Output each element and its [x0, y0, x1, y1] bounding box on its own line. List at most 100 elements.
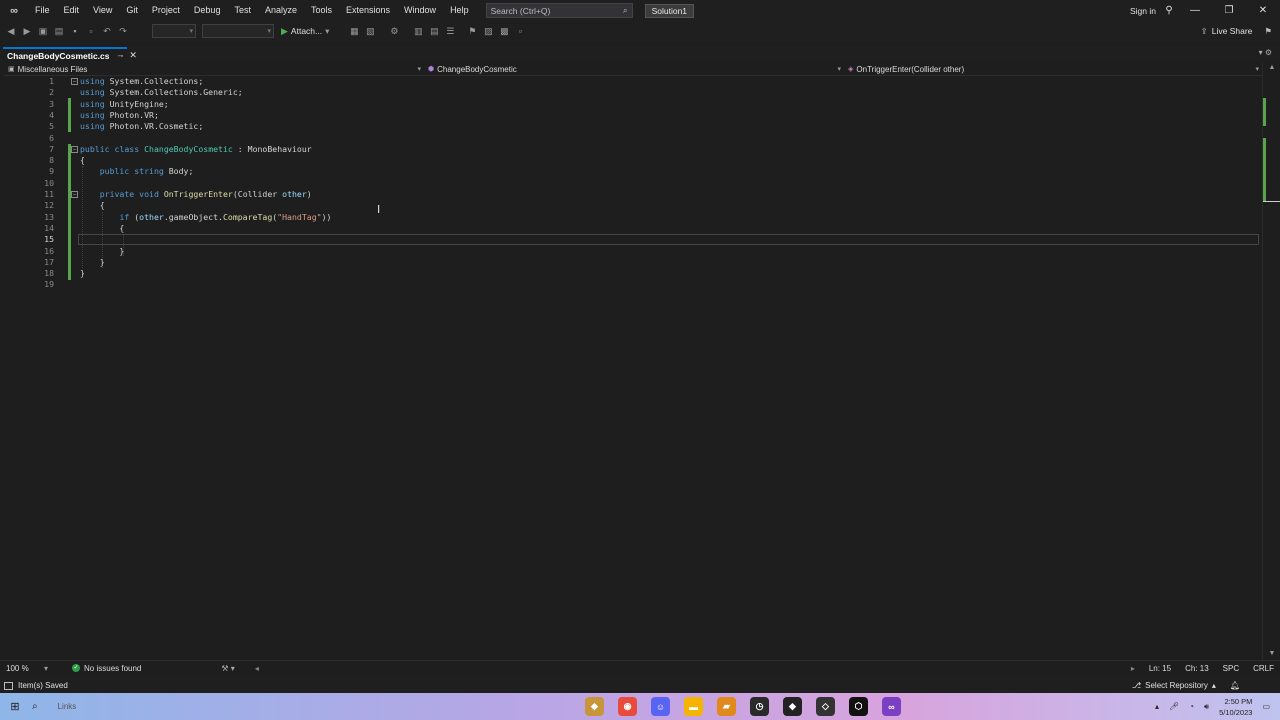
chrome-icon[interactable]: ◉ [618, 697, 637, 716]
code-line[interactable]: 6 [0, 133, 1262, 144]
open-icon[interactable]: ▤ [52, 24, 66, 38]
debug-target-icon[interactable]: ▧ [363, 24, 377, 38]
play-icon: ▶ [281, 25, 288, 36]
vertical-scrollbar[interactable]: ▲ ▼ [1262, 62, 1280, 660]
scroll-left-icon[interactable]: ◂ [255, 664, 259, 673]
minimize-button[interactable]: — [1178, 0, 1212, 21]
taskbar-clock[interactable]: 2:50 PM 5/10/2023 [1219, 696, 1252, 718]
menu-tools[interactable]: Tools [304, 0, 339, 21]
notification-icon[interactable]: 🔔︎ [1230, 681, 1240, 690]
notification-center-icon[interactable]: ▭ [1262, 702, 1270, 711]
bookmark-clear-icon[interactable]: ▫ [513, 24, 527, 38]
zoom-dropdown-icon[interactable]: ▾ [44, 664, 48, 673]
restore-button[interactable]: ❐ [1212, 0, 1246, 21]
code-line[interactable]: 16 } [0, 246, 1262, 257]
scroll-up-icon[interactable]: ▲ [1263, 64, 1280, 71]
menu-analyze[interactable]: Analyze [258, 0, 304, 21]
comment-icon[interactable]: ▥ [411, 24, 425, 38]
menu-edit[interactable]: Edit [57, 0, 87, 21]
code-line[interactable]: 13 if (other.gameObject.CompareTag("Hand… [0, 212, 1262, 223]
code-line[interactable]: 18} [0, 268, 1262, 279]
undo-icon[interactable]: ↶ [100, 24, 114, 38]
redo-icon[interactable]: ↷ [116, 24, 130, 38]
app-icon[interactable]: ◆ [585, 697, 604, 716]
bookmark-next-icon[interactable]: ▩ [497, 24, 511, 38]
code-line[interactable]: 14 { [0, 223, 1262, 234]
code-line[interactable]: 4 using Photon.VR; [0, 110, 1262, 121]
indent-icon[interactable]: ☰ [443, 24, 457, 38]
account-icon[interactable]: ⚲ [1160, 0, 1178, 21]
performance-icon[interactable]: ⚙ [387, 24, 401, 38]
member-dropdown[interactable]: ◈ OnTriggerEnter(Collider other) ▾ [844, 63, 1262, 76]
windows-start-icon[interactable]: ⊞ [0, 700, 30, 713]
code-line[interactable]: 10 [0, 178, 1262, 189]
code-line[interactable]: 9 public string Body; [0, 166, 1262, 177]
clock-icon[interactable]: ◷ [750, 697, 769, 716]
file-explorer-icon[interactable]: ▬ [684, 697, 703, 716]
code-line[interactable]: 12 { [0, 200, 1262, 211]
menu-git[interactable]: Git [119, 0, 145, 21]
code-line[interactable]: 8{ [0, 155, 1262, 166]
menu-file[interactable]: File [28, 0, 57, 21]
code-line[interactable]: 15 [0, 234, 1262, 245]
whitespace-mode[interactable]: SPC [1223, 664, 1239, 673]
microphone-icon[interactable]: 🎤︎ [1169, 702, 1179, 711]
live-share-button[interactable]: Live Share [1212, 26, 1253, 36]
visual-studio-icon[interactable]: ∞ [882, 697, 901, 716]
menu-test[interactable]: Test [227, 0, 258, 21]
attach-button[interactable]: ▶ Attach... ▾ [281, 26, 329, 37]
sign-in-link[interactable]: Sign in [1130, 6, 1156, 16]
code-line[interactable]: 19 [0, 279, 1262, 290]
bookmark-icon[interactable]: ⚑ [465, 24, 479, 38]
code-line[interactable]: 17 } [0, 257, 1262, 268]
save-all-icon[interactable]: ▫ [84, 24, 98, 38]
platform-dropdown[interactable] [202, 24, 274, 38]
menu-debug[interactable]: Debug [187, 0, 228, 21]
save-icon[interactable]: ▪ [68, 24, 82, 38]
unity-icon[interactable]: ◇ [816, 697, 835, 716]
code-line[interactable]: 7 public class ChangeBodyCosmetic : MonoB… [0, 144, 1262, 155]
tray-overflow-icon[interactable]: ▴ [1155, 702, 1159, 711]
code-line[interactable]: 1 using System.Collections; [0, 76, 1262, 87]
issues-indicator[interactable]: ✓ No issues found [72, 664, 141, 673]
project-dropdown[interactable]: ▣ Miscellaneous Files ▾ [4, 63, 424, 76]
search-input[interactable]: Search (Ctrl+Q) ⌕ [485, 3, 633, 18]
feedback-icon[interactable]: ⚑ [1264, 26, 1272, 37]
menu-window[interactable]: Window [397, 0, 443, 21]
folder-icon[interactable]: ▰ [717, 697, 736, 716]
app-icon[interactable]: ◆ [783, 697, 802, 716]
scroll-right-icon[interactable]: ▸ [1131, 664, 1135, 673]
pin-icon[interactable]: ⊸ [118, 52, 124, 60]
scroll-down-icon[interactable]: ▼ [1263, 650, 1280, 657]
menu-project[interactable]: Project [145, 0, 187, 21]
code-line[interactable]: 2 using System.Collections.Generic; [0, 87, 1262, 98]
tab-close-icon[interactable]: ✕ [129, 50, 137, 61]
close-button[interactable]: ✕ [1246, 0, 1280, 21]
back-icon[interactable]: ◀ [4, 24, 18, 38]
zoom-level[interactable]: 100 % [6, 664, 44, 673]
code-line[interactable]: 3 using UnityEngine; [0, 99, 1262, 110]
bookmark-prev-icon[interactable]: ▨ [481, 24, 495, 38]
taskbar-search[interactable]: ⌕ Links [32, 701, 76, 712]
class-dropdown[interactable]: ⬢ ChangeBodyCosmetic ▾ [424, 63, 844, 76]
configuration-dropdown[interactable] [152, 24, 196, 38]
hot-reload-icon[interactable]: ▦ [347, 24, 361, 38]
unity-hub-icon[interactable]: ⬡ [849, 697, 868, 716]
code-line[interactable]: 11 private void OnTriggerEnter(Collider … [0, 189, 1262, 200]
menu-extensions[interactable]: Extensions [339, 0, 397, 21]
code-cleanup-icon[interactable]: ⚒ ▾ [221, 664, 234, 673]
menu-help[interactable]: Help [443, 0, 476, 21]
uncomment-icon[interactable]: ▤ [427, 24, 441, 38]
code-editor[interactable]: − − − 1 using System.Collections; 2 using S… [0, 76, 1262, 660]
discord-icon[interactable]: ☺ [651, 697, 670, 716]
network-icon[interactable]: ◔ [1189, 702, 1194, 711]
code-line[interactable]: 5 using Photon.VR.Cosmetic; [0, 121, 1262, 132]
document-tab[interactable]: ChangeBodyCosmetic.cs ⊸ ✕ [3, 47, 137, 62]
menu-view[interactable]: View [86, 0, 119, 21]
new-project-icon[interactable]: ▣ [36, 24, 50, 38]
line-ending[interactable]: CRLF [1253, 664, 1274, 673]
forward-icon[interactable]: ▶ [20, 24, 34, 38]
select-repository-button[interactable]: Select Repository [1145, 681, 1208, 690]
tab-overflow-icon[interactable]: ▾ ⚙ [1259, 48, 1272, 57]
volume-icon[interactable]: 🔊︎ [1204, 702, 1209, 712]
